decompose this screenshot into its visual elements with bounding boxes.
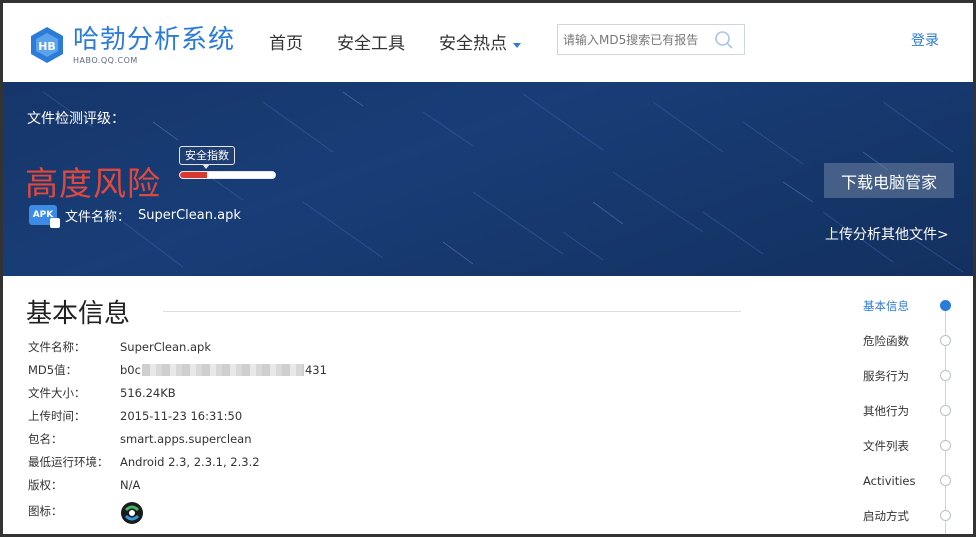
basic-info-section: 基本信息 文件名称： SuperClean.apk MD5值： b0c 431 文…	[3, 276, 973, 534]
info-value: N/A	[120, 477, 141, 492]
side-nav-item-activities[interactable]: Activities	[863, 463, 963, 498]
info-row-icon: 图标：	[28, 496, 327, 526]
side-nav-item-service-behavior[interactable]: 服务行为	[863, 358, 963, 393]
md5-search-input[interactable]	[558, 25, 708, 54]
nav-security-hotspots-label: 安全热点	[439, 34, 507, 54]
info-row-copyright: 版权： N/A	[28, 473, 327, 496]
info-value: 2015-11-23 16:31:50	[120, 408, 243, 423]
info-key: 包名：	[28, 431, 63, 446]
title-divider	[163, 311, 741, 312]
main-nav: 首页 安全工具 安全热点	[269, 33, 555, 55]
apk-icon-text: APK	[32, 210, 54, 220]
side-nav-label: 服务行为	[863, 368, 909, 383]
site-header: HB 哈勃分析系统 HABO.QQ.COM 首页 安全工具 安全热点 登录	[3, 3, 973, 82]
side-nav-dot	[940, 370, 951, 381]
side-nav-item-launch-mode[interactable]: 启动方式	[863, 498, 963, 533]
upload-other-file-link[interactable]: 上传分析其他文件>	[825, 224, 949, 244]
info-row-package: 包名： smart.apps.superclean	[28, 427, 327, 450]
info-row-md5: MD5值： b0c 431	[28, 358, 327, 381]
md5-suffix: 431	[304, 362, 327, 377]
md5-prefix: b0c	[120, 362, 141, 377]
search-icon[interactable]	[714, 30, 734, 50]
download-pc-manager-button[interactable]: 下载电脑管家	[824, 163, 954, 198]
nav-home-label: 首页	[269, 34, 303, 54]
logo-subtitle: HABO.QQ.COM	[73, 56, 138, 65]
nav-security-tools-label: 安全工具	[337, 34, 405, 54]
side-nav-item-file-list[interactable]: 文件列表	[863, 428, 963, 463]
info-value: smart.apps.superclean	[120, 431, 252, 446]
logo-title: 哈勃分析系统	[73, 25, 236, 55]
side-nav-dot	[940, 440, 951, 451]
info-row-filesize: 文件大小： 516.24KB	[28, 381, 327, 404]
info-value: SuperClean.apk	[120, 339, 211, 354]
nav-security-hotspots[interactable]: 安全热点	[439, 33, 521, 55]
info-key: 文件大小：	[28, 385, 86, 400]
side-nav-label: 基本信息	[863, 298, 909, 313]
detection-banner: 文件检测评级： 高度风险 安全指数 APK 文件名称： SuperClean.a…	[3, 82, 973, 276]
info-key: MD5值：	[28, 362, 78, 377]
rating-label: 文件检测评级：	[27, 111, 125, 127]
info-value: 516.24KB	[120, 385, 176, 400]
apk-file-icon: APK	[29, 205, 60, 228]
info-key: 文件名称：	[28, 339, 86, 354]
info-key: 图标：	[28, 504, 63, 518]
banner-file-label: 文件名称：	[65, 209, 131, 225]
side-nav-dot	[940, 300, 951, 311]
svg-text:HB: HB	[38, 40, 56, 53]
browser-frame: HB 哈勃分析系统 HABO.QQ.COM 首页 安全工具 安全热点 登录	[0, 0, 976, 537]
info-row-min-env: 最低运行环境： Android 2.3, 2.3.1, 2.3.2	[28, 450, 327, 473]
side-nav-item-dangerous-functions[interactable]: 危险函数	[863, 323, 963, 358]
nav-security-tools[interactable]: 安全工具	[337, 33, 405, 55]
banner-file-name: SuperClean.apk	[138, 207, 241, 223]
risk-level: 高度风险	[25, 164, 161, 203]
side-nav-dot	[940, 510, 951, 521]
info-key: 上传时间：	[28, 408, 86, 423]
banner-file-row: APK 文件名称： SuperClean.apk	[29, 205, 241, 228]
side-nav-dot	[940, 475, 951, 486]
side-nav-label: 其他行为	[863, 403, 909, 418]
side-nav-item-basic-info[interactable]: 基本信息	[863, 288, 963, 323]
side-nav-dot	[940, 335, 951, 346]
basic-info-table: 文件名称： SuperClean.apk MD5值： b0c 431 文件大小： …	[28, 335, 327, 526]
safety-index-meter	[179, 171, 276, 179]
safety-index-badge: 安全指数	[179, 146, 235, 169]
side-nav-item-other-behavior[interactable]: 其他行为	[863, 393, 963, 428]
login-link[interactable]: 登录	[911, 30, 939, 50]
info-key: 最低运行环境：	[28, 454, 109, 469]
side-nav-label: 危险函数	[863, 333, 909, 348]
safety-index-fill	[180, 172, 207, 178]
section-title: 基本信息	[26, 299, 131, 329]
info-row-filename: 文件名称： SuperClean.apk	[28, 335, 327, 358]
app-icon	[121, 502, 143, 524]
md5-redacted-mask	[141, 364, 304, 376]
side-nav-label: 启动方式	[863, 508, 909, 523]
info-key: 版权：	[28, 477, 63, 492]
section-side-nav: 基本信息 危险函数 服务行为 其他行为 文件列表 Activities 启动方式	[863, 288, 963, 534]
habo-logo-icon: HB	[31, 27, 63, 63]
side-nav-label: 文件列表	[863, 438, 909, 453]
side-nav-dot	[940, 405, 951, 416]
info-row-upload-time: 上传时间： 2015-11-23 16:31:50	[28, 404, 327, 427]
info-value: Android 2.3, 2.3.1, 2.3.2	[120, 454, 260, 469]
side-nav-label: Activities	[863, 473, 916, 488]
info-value: b0c 431	[120, 363, 327, 377]
chevron-down-icon	[513, 42, 521, 48]
site-logo[interactable]: HB 哈勃分析系统 HABO.QQ.COM	[27, 25, 235, 66]
nav-home[interactable]: 首页	[269, 33, 303, 55]
md5-search-box	[557, 24, 745, 55]
